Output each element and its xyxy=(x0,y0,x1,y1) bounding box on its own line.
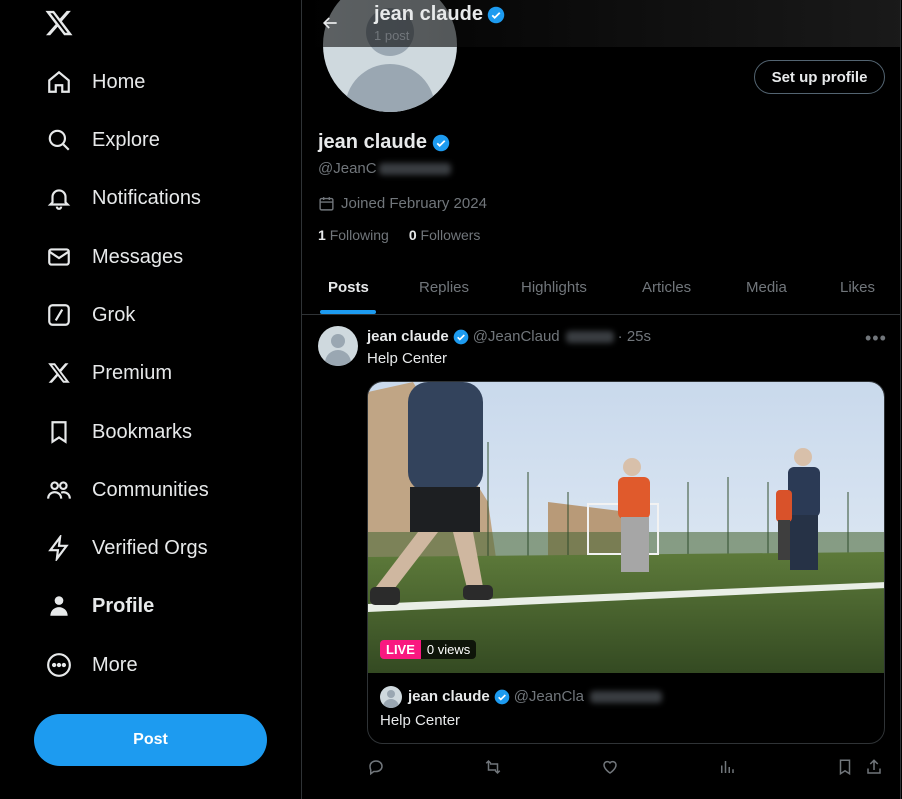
follow-stats: 1 Following 0 Followers xyxy=(318,227,480,243)
quote-header: jean claude @JeanCla xyxy=(408,688,662,705)
header-title: jean claude xyxy=(374,3,505,26)
sidebar-item-label: Bookmarks xyxy=(92,420,193,443)
quoted-post-card[interactable]: LIVE 0 views jean claude @JeanCla Help C… xyxy=(367,381,885,744)
setup-profile-button[interactable]: Set up profile xyxy=(754,60,885,94)
verified-badge-icon xyxy=(453,329,469,344)
sidebar-item-label: Grok xyxy=(92,303,136,326)
sidebar-item-notifications[interactable]: Notifications xyxy=(44,178,201,218)
lightning-icon xyxy=(44,533,74,563)
person-icon xyxy=(44,591,74,621)
sidebar-item-profile[interactable]: Profile xyxy=(44,586,154,626)
active-tab-indicator xyxy=(320,310,376,314)
avatar xyxy=(380,686,402,708)
share-icon[interactable] xyxy=(864,757,884,777)
tweet-author-name[interactable]: jean claude xyxy=(367,328,449,345)
sidebar-item-label: Messages xyxy=(92,245,184,268)
verified-badge-icon xyxy=(487,6,505,23)
followers-link[interactable]: 0 Followers xyxy=(409,227,481,243)
quote-author-handle: @JeanCla xyxy=(513,688,584,705)
live-label: LIVE xyxy=(380,640,421,659)
tab-replies[interactable]: Replies xyxy=(419,259,469,315)
sidebar-item-messages[interactable]: Messages xyxy=(44,237,183,277)
home-icon xyxy=(44,67,74,97)
sidebar-item-label: More xyxy=(92,653,138,676)
sidebar-item-verified-orgs[interactable]: Verified Orgs xyxy=(44,528,208,568)
envelope-icon xyxy=(44,242,74,272)
sidebar-item-more[interactable]: More xyxy=(44,645,138,685)
views-icon[interactable] xyxy=(717,757,737,777)
post-count: 1 post xyxy=(374,28,410,43)
search-icon xyxy=(44,125,74,155)
tweet-actions xyxy=(302,757,900,777)
quote-text: Help Center xyxy=(380,712,461,729)
player-small xyxy=(776,490,792,560)
sidebar-item-home[interactable]: Home xyxy=(44,62,145,102)
tab-highlights[interactable]: Highlights xyxy=(521,259,587,315)
sidebar-item-label: Profile xyxy=(92,594,155,617)
joined-date: Joined February 2024 xyxy=(318,195,487,212)
sidebar-item-label: Verified Orgs xyxy=(92,536,208,559)
verified-badge-icon xyxy=(494,689,510,704)
like-icon[interactable] xyxy=(600,757,620,777)
following-link[interactable]: 1 Following xyxy=(318,227,389,243)
tab-posts[interactable]: Posts xyxy=(328,259,369,315)
profile-header-bar: jean claude 1 post xyxy=(302,0,900,47)
tweet-text: Help Center xyxy=(367,350,448,367)
repost-icon[interactable] xyxy=(483,757,503,777)
app-window: Home Explore Notifications Messages Grok xyxy=(0,0,902,799)
calendar-icon xyxy=(319,197,334,211)
sidebar: Home Explore Notifications Messages Grok xyxy=(0,0,301,799)
sidebar-item-communities[interactable]: Communities xyxy=(44,470,209,510)
reply-icon[interactable] xyxy=(366,757,386,777)
sidebar-item-premium[interactable]: Premium xyxy=(44,353,172,393)
redacted-text xyxy=(565,330,614,343)
sidebar-item-bookmarks[interactable]: Bookmarks xyxy=(44,412,192,452)
redacted-text xyxy=(589,690,662,703)
quote-author-name: jean claude xyxy=(408,688,490,705)
post-button[interactable]: Post xyxy=(34,714,267,766)
grok-icon xyxy=(44,300,74,330)
x-logo-icon[interactable] xyxy=(44,8,76,40)
bookmark-icon xyxy=(44,417,74,447)
profile-handle: @JeanC xyxy=(318,160,451,177)
sidebar-item-label: Home xyxy=(92,70,146,93)
more-circle-icon xyxy=(44,650,74,680)
tweet-timestamp[interactable]: · 25s xyxy=(618,328,651,345)
tab-likes[interactable]: Likes xyxy=(840,259,875,315)
video-thumbnail[interactable] xyxy=(368,382,884,673)
verified-badge-icon xyxy=(432,134,450,151)
header-name: jean claude xyxy=(374,3,483,25)
tab-media[interactable]: Media xyxy=(746,259,787,315)
redacted-text xyxy=(378,162,451,175)
sidebar-item-label: Notifications xyxy=(92,186,201,209)
people-icon xyxy=(44,475,74,505)
tab-articles[interactable]: Articles xyxy=(642,259,691,315)
live-badge: LIVE 0 views xyxy=(380,640,477,659)
tweet-header: jean claude @JeanClaud · 25s xyxy=(367,328,651,345)
more-options-icon[interactable]: ••• xyxy=(865,328,887,349)
profile-name: jean claude xyxy=(318,131,450,154)
x-logo-icon xyxy=(44,358,74,388)
tweet-author-handle[interactable]: @JeanClaud xyxy=(473,328,560,345)
sidebar-item-label: Premium xyxy=(92,361,173,384)
tweet-avatar[interactable] xyxy=(318,326,358,366)
sidebar-item-label: Explore xyxy=(92,128,160,151)
profile-column: jean claude 1 post Set up profile jean c… xyxy=(301,0,901,799)
profile-tabs: Posts Replies Highlights Articles Media … xyxy=(302,259,900,315)
back-arrow-icon[interactable] xyxy=(316,9,344,37)
sidebar-item-grok[interactable]: Grok xyxy=(44,295,135,335)
bookmark-icon[interactable] xyxy=(835,757,855,777)
sidebar-item-label: Communities xyxy=(92,478,209,501)
view-count: 0 views xyxy=(420,640,477,659)
sidebar-item-explore[interactable]: Explore xyxy=(44,120,160,160)
bell-icon xyxy=(44,183,74,213)
